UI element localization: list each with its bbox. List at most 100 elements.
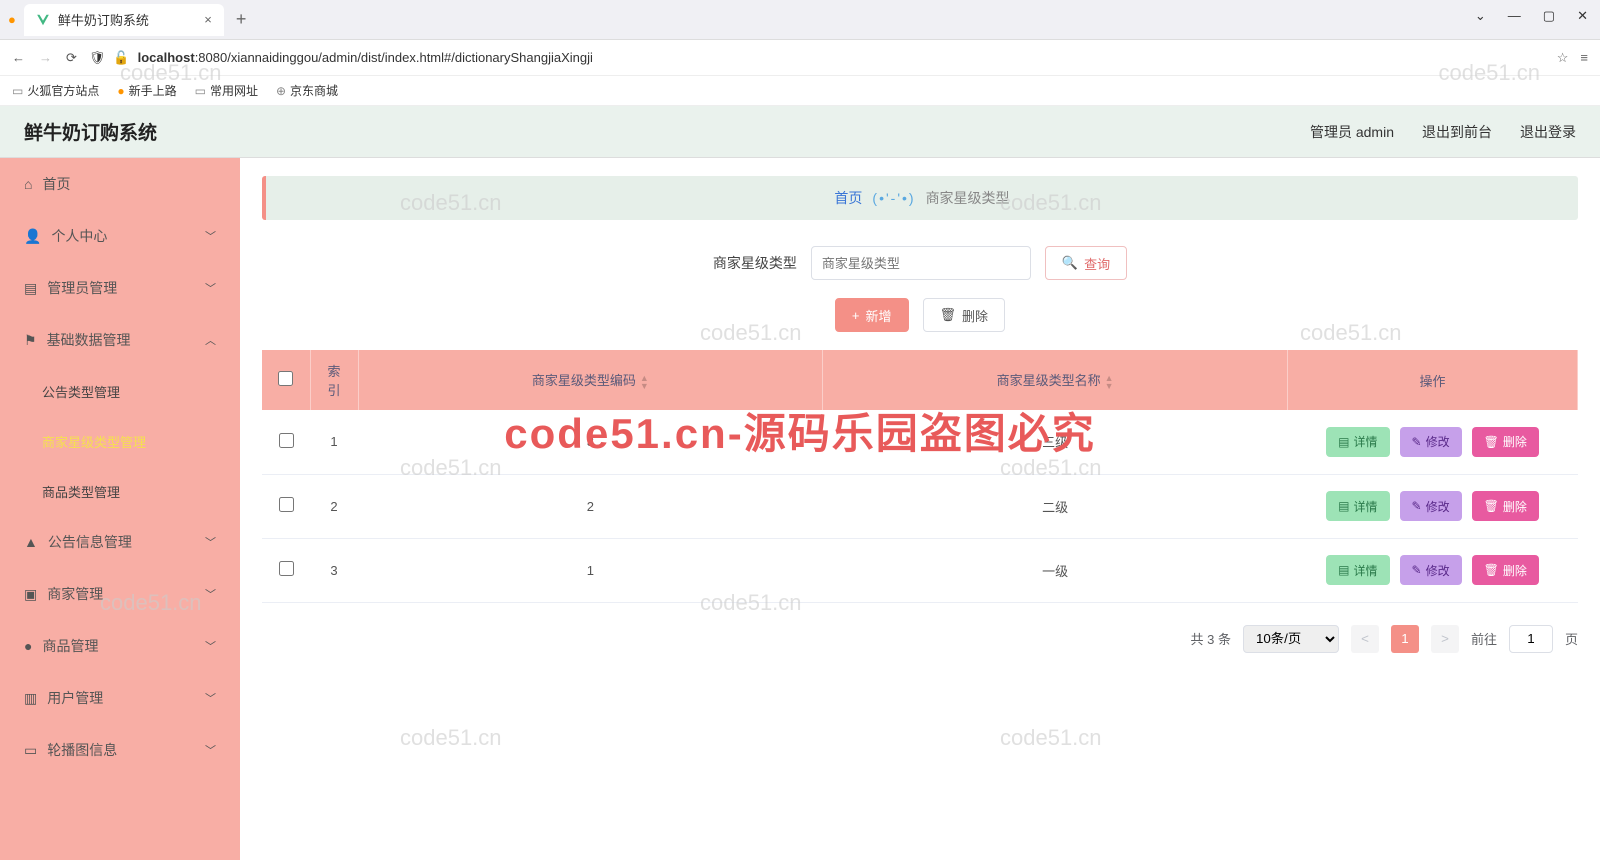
sidebar-item-admin[interactable]: ▤管理员管理﹀ — [0, 262, 240, 314]
sidebar-label: 基础数据管理 — [47, 330, 131, 350]
logout-link[interactable]: 退出登录 — [1520, 122, 1576, 142]
edit-icon: ✎ — [1412, 435, 1422, 449]
page-size-select[interactable]: 10条/页 — [1243, 625, 1339, 653]
bookmark-label: 新手上路 — [129, 82, 177, 99]
table-row: 31一级▤ 详情✎ 修改🗑 删除 — [262, 538, 1578, 602]
cell-code: 1 — [358, 538, 823, 602]
cell-index: 1 — [310, 410, 358, 474]
select-all-checkbox[interactable] — [278, 371, 293, 386]
window-minimize-icon[interactable]: — — [1508, 8, 1521, 24]
col-code-label: 商家星级类型编码 — [532, 373, 636, 388]
breadcrumb-home[interactable]: 首页 — [834, 188, 862, 208]
sidebar-sub-notice-type[interactable]: 公告类型管理 — [0, 366, 240, 416]
lock-icon: 🔓 — [113, 50, 129, 66]
edit-button[interactable]: ✎ 修改 — [1400, 555, 1462, 585]
col-code[interactable]: 商家星级类型编码▲▼ — [358, 350, 823, 410]
chevron-down-icon: ﹀ — [205, 742, 216, 758]
col-index[interactable]: 索 引 — [310, 350, 358, 410]
search-btn-label: 查询 — [1084, 254, 1110, 273]
back-to-front-link[interactable]: 退出到前台 — [1422, 122, 1492, 142]
detail-button[interactable]: ▤ 详情 — [1326, 555, 1389, 585]
nav-back-icon[interactable]: ← — [12, 50, 25, 66]
shield-icon: 🛡 — [89, 50, 106, 66]
list-icon: ▤ — [1338, 499, 1349, 513]
chevron-down-icon: ﹀ — [205, 280, 216, 296]
col-name[interactable]: 商家星级类型名称▲▼ — [823, 350, 1288, 410]
detail-button[interactable]: ▤ 详情 — [1326, 427, 1389, 457]
edit-button[interactable]: ✎ 修改 — [1400, 491, 1462, 521]
sidebar-label: 用户管理 — [47, 688, 103, 708]
pager-goto-input[interactable] — [1509, 625, 1553, 653]
sidebar-label: 个人中心 — [51, 226, 107, 246]
breadcrumb: 首页 (•'-'•) 商家星级类型 — [262, 176, 1578, 220]
chevron-down-icon: ﹀ — [205, 586, 216, 602]
sidebar-item-goods[interactable]: ●商品管理﹀ — [0, 620, 240, 672]
close-tab-icon[interactable]: × — [204, 12, 212, 27]
del-label: 删除 — [962, 306, 988, 325]
flag-icon: ⚑ — [24, 332, 37, 349]
chevron-down-icon: ﹀ — [205, 228, 216, 244]
sidebar-item-home[interactable]: ⌂首页 — [0, 158, 240, 210]
delete-button[interactable]: 🗑 删除 — [1472, 555, 1539, 585]
batch-delete-button[interactable]: 🗑 删除 — [923, 298, 1006, 332]
add-button[interactable]: +新增 — [835, 298, 909, 332]
bookmark-item[interactable]: ⊕京东商城 — [276, 82, 338, 99]
sidebar-label: 商家管理 — [47, 584, 103, 604]
search-input[interactable] — [811, 246, 1031, 280]
sidebar-label: 公告信息管理 — [48, 532, 132, 552]
data-table: 索 引 商家星级类型编码▲▼ 商家星级类型名称▲▼ 操作 13三级▤ 详情✎ 修… — [262, 350, 1578, 603]
pager-prev[interactable]: < — [1351, 625, 1379, 653]
vue-icon — [36, 13, 50, 27]
sidebar-label: 管理员管理 — [47, 278, 117, 298]
bookmark-star-icon[interactable]: ☆ — [1557, 50, 1569, 66]
cell-name: 一级 — [823, 538, 1288, 602]
app-header: 鲜牛奶订购系统 管理员 admin 退出到前台 退出登录 — [0, 106, 1600, 158]
sidebar-submenu: 公告类型管理 商家星级类型管理 商品类型管理 — [0, 366, 240, 516]
new-tab-button[interactable]: + — [236, 9, 247, 30]
col-ops-label: 操作 — [1419, 374, 1445, 389]
current-user-label[interactable]: 管理员 admin — [1310, 122, 1394, 142]
nav-reload-icon[interactable]: ⟳ — [66, 50, 77, 66]
detail-button[interactable]: ▤ 详情 — [1326, 491, 1389, 521]
delete-button[interactable]: 🗑 删除 — [1472, 491, 1539, 521]
add-label: 新增 — [866, 306, 892, 325]
user-icon: 👤 — [24, 228, 41, 245]
trash-icon: 🗑 — [940, 307, 957, 323]
window-close-icon[interactable]: ✕ — [1577, 8, 1588, 24]
search-button[interactable]: 🔍查询 — [1045, 246, 1127, 280]
nav-forward-icon[interactable]: → — [39, 50, 52, 66]
sidebar-sub-goods-type[interactable]: 商品类型管理 — [0, 466, 240, 516]
menu-icon[interactable]: ≡ — [1580, 50, 1588, 65]
pager-next[interactable]: > — [1431, 625, 1459, 653]
url-field[interactable]: 🛡 🔓 localhost:8080/xiannaidinggou/admin/… — [89, 50, 1545, 66]
sidebar-sub-star-type[interactable]: 商家星级类型管理 — [0, 416, 240, 466]
pager-total: 共 3 条 — [1191, 629, 1231, 648]
bookmark-item[interactable]: ▭常用网址 — [195, 82, 258, 99]
bookmark-item[interactable]: ●新手上路 — [117, 82, 176, 99]
delete-button[interactable]: 🗑 删除 — [1472, 427, 1539, 457]
window-maximize-icon[interactable]: ▢ — [1543, 8, 1555, 24]
row-checkbox[interactable] — [279, 433, 294, 448]
sidebar-item-profile[interactable]: 👤 个人中心 ﹀ — [0, 210, 240, 262]
edit-button[interactable]: ✎ 修改 — [1400, 427, 1462, 457]
pager-page-1[interactable]: 1 — [1391, 625, 1419, 653]
row-checkbox[interactable] — [279, 497, 294, 512]
window-dropdown-icon[interactable]: ⌄ — [1475, 8, 1486, 24]
cell-code: 2 — [358, 474, 823, 538]
bookmark-item[interactable]: ▭火狐官方站点 — [12, 82, 99, 99]
chevron-down-icon: ﹀ — [205, 534, 216, 550]
sidebar-item-basedata[interactable]: ⚑基础数据管理︿ — [0, 314, 240, 366]
sidebar-item-merchant[interactable]: ▣商家管理﹀ — [0, 568, 240, 620]
sidebar-label: 商品管理 — [42, 636, 98, 656]
sidebar-sub-label: 公告类型管理 — [42, 382, 120, 401]
sidebar-label: 轮播图信息 — [47, 740, 117, 760]
trash-icon: 🗑 — [1484, 435, 1499, 449]
sidebar-item-users[interactable]: ▥用户管理﹀ — [0, 672, 240, 724]
sidebar-item-carousel[interactable]: ▭轮播图信息﹀ — [0, 724, 240, 776]
col-name-label: 商家星级类型名称 — [997, 373, 1101, 388]
sidebar-item-notice[interactable]: ▲公告信息管理﹀ — [0, 516, 240, 568]
browser-tab[interactable]: 鲜牛奶订购系统 × — [24, 4, 224, 36]
row-checkbox[interactable] — [279, 561, 294, 576]
col-index-label: 索 引 — [327, 364, 340, 398]
edit-icon: ✎ — [1412, 499, 1422, 513]
